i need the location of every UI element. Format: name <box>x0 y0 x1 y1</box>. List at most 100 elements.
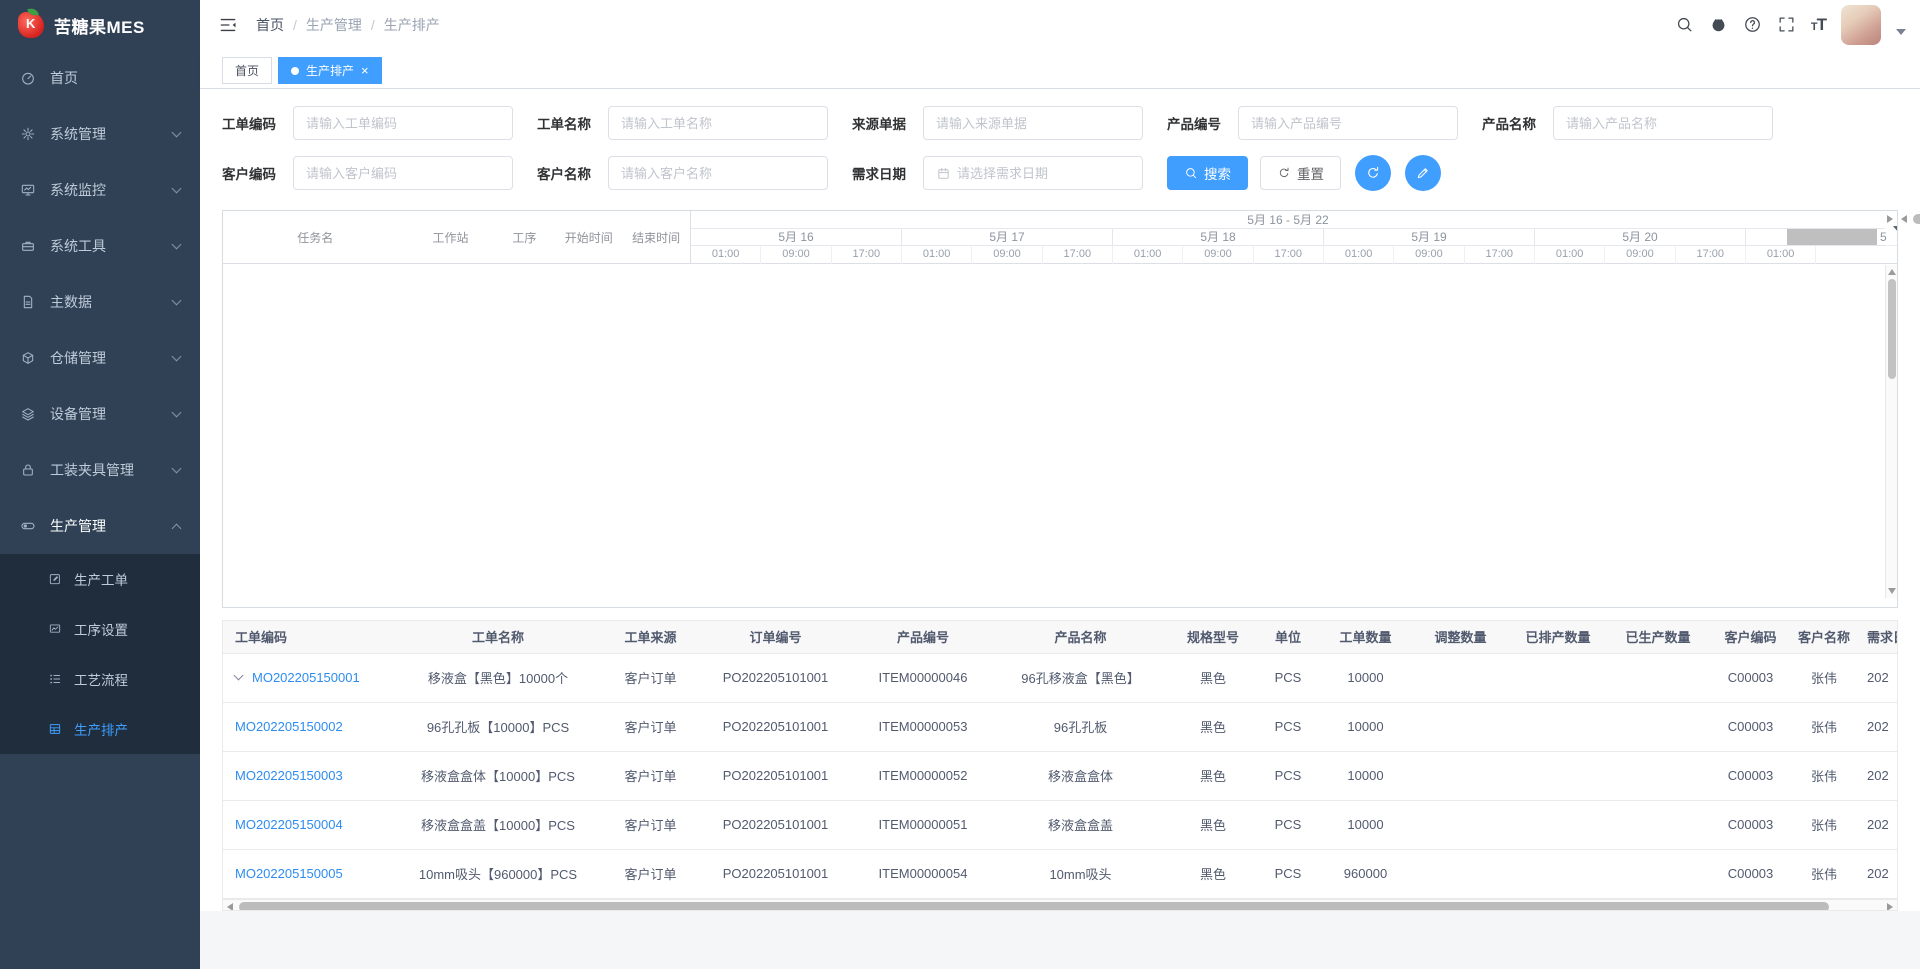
sidebar-item-home[interactable]: 首页 <box>0 50 200 106</box>
filter-input[interactable] <box>608 106 828 140</box>
tab-home[interactable]: 首页 <box>222 57 272 84</box>
refresh-button[interactable] <box>1355 155 1391 191</box>
sidebar-item-fixture-management[interactable]: 工装夹具管理 <box>0 442 200 498</box>
github-icon[interactable] <box>1709 15 1728 34</box>
gantt-vertical-scrollbar[interactable] <box>1885 265 1897 598</box>
list-icon <box>48 672 62 686</box>
breadcrumb-production-management[interactable]: 生产管理 <box>306 15 362 35</box>
table-cell <box>1608 702 1708 751</box>
filter-input[interactable] <box>1238 106 1458 140</box>
filter-text-input[interactable] <box>1251 116 1445 131</box>
top-header: 首页 / 生产管理 / 生产排产 TT <box>200 0 1920 50</box>
toolbox-icon <box>20 238 36 254</box>
search-button[interactable]: 搜索 <box>1167 156 1248 190</box>
scrollbar-thumb[interactable] <box>239 902 1829 912</box>
work-order-table: 工单编码工单名称工单来源订单编号产品编号产品名称规格型号单位工单数量调整数量已排… <box>222 620 1898 911</box>
tab-close-icon[interactable]: × <box>361 64 369 77</box>
search-icon[interactable] <box>1675 15 1694 34</box>
avatar[interactable] <box>1841 5 1881 45</box>
gantt-column-header: 开始时间 <box>555 229 622 246</box>
filter-field: 工单编码 <box>222 106 513 140</box>
filter-text-input[interactable] <box>1566 116 1760 131</box>
sidebar-item-equipment-management[interactable]: 设备管理 <box>0 386 200 442</box>
filter-input[interactable] <box>923 106 1143 140</box>
filter-text-input[interactable] <box>936 116 1130 131</box>
edit-schedule-button[interactable] <box>1405 155 1441 191</box>
sidebar-item-process-setting[interactable]: 工序设置 <box>0 604 200 654</box>
help-icon[interactable] <box>1743 15 1762 34</box>
scrollbar-thumb[interactable] <box>1888 279 1896 379</box>
table-cell: 移液盒盒盖 <box>993 800 1168 849</box>
sidebar-item-label: 主数据 <box>50 292 92 312</box>
table-cell: PO202205101001 <box>698 702 853 751</box>
sidebar-item-warehouse-management[interactable]: 仓储管理 <box>0 330 200 386</box>
demand-date-picker[interactable] <box>923 156 1143 190</box>
sidebar-item-process-flow[interactable]: 工艺流程 <box>0 654 200 704</box>
filter-text-input[interactable] <box>306 166 500 181</box>
gantt-day-label: 5月 17 <box>902 229 1113 245</box>
sidebar-item-system-tools[interactable]: 系统工具 <box>0 218 200 274</box>
filter-input[interactable] <box>293 156 513 190</box>
monitor-icon <box>20 182 36 198</box>
sidebar-item-label: 首页 <box>50 68 78 88</box>
table-cell: 96孔孔板【10000】PCS <box>393 702 603 751</box>
filter-field: 来源单据 <box>852 106 1143 140</box>
scroll-down-icon[interactable] <box>1888 588 1896 594</box>
table-cell: 黑色 <box>1168 653 1258 702</box>
sidebar-item-production-order[interactable]: 生产工单 <box>0 554 200 604</box>
scroll-right-icon[interactable] <box>1887 903 1893 911</box>
user-menu-caret-icon[interactable] <box>1896 29 1906 35</box>
filter-text-input[interactable] <box>957 166 1130 181</box>
table-cell: PCS <box>1258 702 1318 751</box>
table-cell <box>1608 751 1708 800</box>
scroll-up-icon[interactable] <box>1888 269 1896 275</box>
table-horizontal-scrollbar[interactable] <box>223 899 1897 912</box>
row-expand-icon[interactable] <box>234 671 244 681</box>
chevron-down-icon <box>172 352 182 362</box>
sidebar-item-system-management[interactable]: 系统管理 <box>0 106 200 162</box>
scroll-left-icon[interactable] <box>1901 215 1907 223</box>
breadcrumb-home[interactable]: 首页 <box>256 15 284 35</box>
table-cell: 移液盒盒体【10000】PCS <box>393 751 603 800</box>
reset-button[interactable]: 重置 <box>1260 156 1341 190</box>
filter-text-input[interactable] <box>621 116 815 131</box>
chevron-down-icon <box>172 184 182 194</box>
column-header: 工单名称 <box>393 621 603 653</box>
table-cell: 黑色 <box>1168 800 1258 849</box>
filter-input[interactable] <box>608 156 828 190</box>
scroll-left-icon[interactable] <box>227 903 233 911</box>
scrollbar-thumb[interactable] <box>1913 214 1920 224</box>
work-order-link[interactable]: MO202205150003 <box>235 768 343 783</box>
gantt-day-label: 5月 16 <box>691 229 902 245</box>
table-cell: 96孔移液盒【黑色】 <box>993 653 1168 702</box>
filter-input[interactable] <box>1553 106 1773 140</box>
sidebar-item-production-management[interactable]: 生产管理 <box>0 498 200 554</box>
filter-text-input[interactable] <box>621 166 815 181</box>
filter-label: 产品名称 <box>1482 113 1544 133</box>
gantt-hour-label: 01:00 <box>1324 246 1394 264</box>
filter-label: 工单名称 <box>537 113 599 133</box>
table-cell: C00003 <box>1708 653 1793 702</box>
work-order-link[interactable]: MO202205150001 <box>252 670 360 685</box>
font-size-icon[interactable]: TT <box>1811 15 1826 35</box>
filter-text-input[interactable] <box>306 116 500 131</box>
table-cell <box>1608 653 1708 702</box>
work-order-link[interactable]: MO202205150002 <box>235 719 343 734</box>
work-order-link[interactable]: MO202205150005 <box>235 866 343 881</box>
app-logo[interactable]: 苦糖果MES <box>0 0 200 50</box>
work-order-link[interactable]: MO202205150004 <box>235 817 343 832</box>
tab-production-scheduling[interactable]: 生产排产 × <box>278 57 382 84</box>
sidebar-item-production-scheduling[interactable]: 生产排产 <box>0 704 200 754</box>
sidebar-item-master-data[interactable]: 主数据 <box>0 274 200 330</box>
sidebar-collapse-icon[interactable] <box>218 15 238 35</box>
sidebar-item-system-monitor[interactable]: 系统监控 <box>0 162 200 218</box>
filter-input[interactable] <box>293 106 513 140</box>
tree-expand-icon[interactable] <box>1893 226 1897 232</box>
gantt-hour-label: 01:00 <box>1113 246 1183 264</box>
scroll-right-icon[interactable] <box>1887 215 1893 223</box>
gantt-column-header: 工序 <box>493 229 555 246</box>
box-icon <box>20 350 36 366</box>
fullscreen-icon[interactable] <box>1777 15 1796 34</box>
table-cell: 客户订单 <box>603 849 698 898</box>
tab-active-dot-icon <box>291 67 299 75</box>
